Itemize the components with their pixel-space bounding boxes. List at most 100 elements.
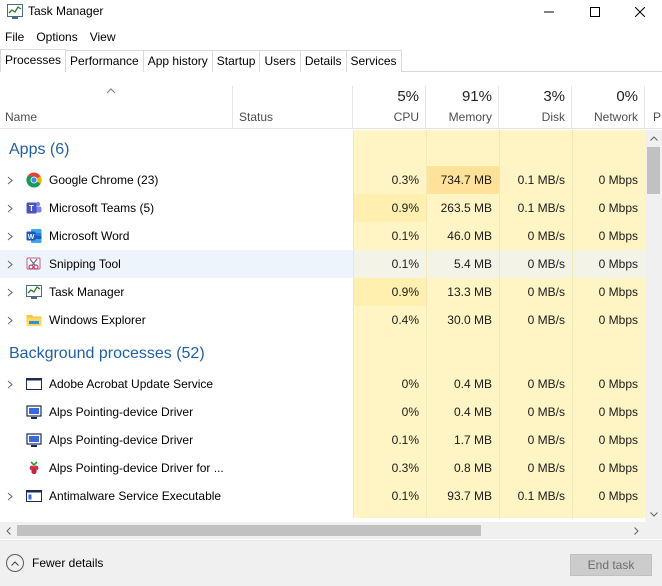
process-name: Snipping Tool [49,257,121,271]
vertical-scroll-thumb[interactable] [647,147,660,194]
process-row[interactable]: Windows Explorer 0.4% 30.0 MB 0 MB/s 0 M… [0,306,645,334]
process-row[interactable]: W Microsoft Word 0.1% 46.0 MB 0 MB/s 0 M… [0,222,645,250]
scroll-down-button[interactable] [645,506,662,522]
chevron-right-icon[interactable] [7,492,13,501]
process-row-selected[interactable]: Snipping Tool 0.1% 5.4 MB 0 MB/s 0 Mbps [0,250,645,278]
process-row[interactable]: Alps Pointing-device Driver 0.1% 1.7 MB … [0,426,645,454]
disk-value: 0 MB/s [527,257,565,271]
column-status-label: Status [239,110,274,124]
process-name: Google Chrome (23) [49,173,159,187]
tab-processes[interactable]: Processes [0,49,67,72]
column-disk-label: Disk [541,110,565,124]
cpu-value: 0.1% [391,433,419,447]
window-title: Task Manager [28,4,104,18]
menu-options[interactable]: Options [30,28,83,46]
scroll-up-button[interactable] [645,130,662,146]
cpu-value: 0.1% [391,489,419,503]
group-header-background[interactable]: Background processes (52) [0,334,645,370]
disk-value: 0 MB/s [527,313,565,327]
network-value: 0 Mbps [598,173,638,187]
column-header-network[interactable]: 0% Network [572,86,645,129]
menu-bar: File Options View [0,28,122,46]
tab-services[interactable]: Services [345,50,402,72]
column-network-label: Network [593,110,638,124]
chevron-right-icon[interactable] [7,288,13,297]
minimize-button[interactable] [526,0,572,24]
chevron-right-icon[interactable] [7,232,13,241]
close-icon [635,7,645,17]
column-header-power[interactable]: P [645,86,662,129]
network-value: 0 Mbps [598,461,638,475]
tab-performance[interactable]: Performance [65,50,144,72]
disk-value: 0.1 MB/s [517,201,565,215]
chevron-right-icon[interactable] [7,316,13,325]
fewer-details-button[interactable]: Fewer details [6,554,103,572]
maximize-button[interactable] [572,0,618,24]
task-manager-icon [26,285,42,299]
process-row-partial[interactable] [0,510,645,518]
task-manager-window: Task Manager File Options View Processes… [0,0,662,586]
tab-users[interactable]: Users [259,50,301,72]
process-row[interactable]: Adobe Acrobat Update Service 0% 0.4 MB 0… [0,370,645,398]
process-name: Alps Pointing-device Driver [49,433,194,447]
word-icon: W [26,229,42,243]
tab-startup[interactable]: Startup [211,50,261,72]
column-header-disk[interactable]: 3% Disk [499,86,572,129]
chevron-left-icon [6,526,11,535]
maximize-icon [590,7,600,17]
column-header-status[interactable]: Status [233,86,353,129]
cpu-value: 0.3% [391,173,419,187]
menu-view[interactable]: View [84,28,122,46]
teams-icon: T [26,201,42,214]
disk-value: 0 MB/s [527,377,565,391]
horizontal-scrollbar[interactable] [0,522,645,539]
process-row[interactable]: Alps Pointing-device Driver for ... 0.3%… [0,454,645,482]
tab-strip: Processes Performance App history Startu… [0,49,662,72]
chrome-icon [26,172,42,188]
service-window-icon [26,516,42,518]
tab-details[interactable]: Details [299,50,347,72]
fewer-details-label: Fewer details [32,556,104,570]
memory-value: 46.0 MB [447,229,492,243]
chevron-up-icon [649,135,658,141]
scroll-left-button[interactable] [0,522,17,539]
column-header-name[interactable]: Name [0,86,233,129]
process-row[interactable]: Google Chrome (23) 0.3% 734.7 MB 0.1 MB/… [0,166,645,194]
close-button[interactable] [617,0,662,24]
sort-up-icon [106,88,116,94]
group-header-apps[interactable]: Apps (6) [0,130,645,166]
process-row[interactable]: Task Manager 0.9% 13.3 MB 0 MB/s 0 Mbps [0,278,645,306]
scroll-right-button[interactable] [628,522,645,539]
vertical-scrollbar[interactable] [645,130,662,522]
cpu-value: 0.1% [391,229,419,243]
column-power-label: P [653,110,662,124]
memory-value: 93.7 MB [447,489,492,503]
horizontal-scroll-thumb[interactable] [17,525,481,536]
chevron-right-icon[interactable] [7,176,13,185]
svg-text:W: W [28,234,35,241]
svg-text:T: T [29,204,34,213]
chevron-right-icon[interactable] [7,204,13,213]
network-value: 0 Mbps [598,257,638,271]
process-row[interactable]: Alps Pointing-device Driver 0% 0.4 MB 0 … [0,398,645,426]
chevron-up-circle-icon [6,554,24,572]
memory-total-percent: 91% [461,88,492,105]
process-name: Alps Pointing-device Driver for ... [49,461,224,475]
cpu-value: 0.9% [391,285,419,299]
column-memory-label: Memory [448,110,492,124]
chevron-right-icon[interactable] [7,380,13,389]
column-cpu-label: CPU [393,110,419,124]
process-name: Microsoft Word [49,229,130,243]
tab-app-history[interactable]: App history [142,50,213,72]
network-value: 0 Mbps [598,313,638,327]
disk-value: 0.1 MB/s [517,173,565,187]
task-manager-app-icon [7,4,23,19]
process-row[interactable]: Antimalware Service Executable 0.1% 93.7… [0,482,645,510]
chevron-right-icon[interactable] [7,260,13,269]
process-row[interactable]: T Microsoft Teams (5) 0.9% 263.5 MB 0.1 … [0,194,645,222]
scrollbar-corner [645,522,662,539]
column-header-cpu[interactable]: 5% CPU [353,86,426,129]
menu-file[interactable]: File [0,28,30,46]
end-task-button[interactable]: End task [570,554,652,576]
column-header-memory[interactable]: 91% Memory [426,86,499,129]
